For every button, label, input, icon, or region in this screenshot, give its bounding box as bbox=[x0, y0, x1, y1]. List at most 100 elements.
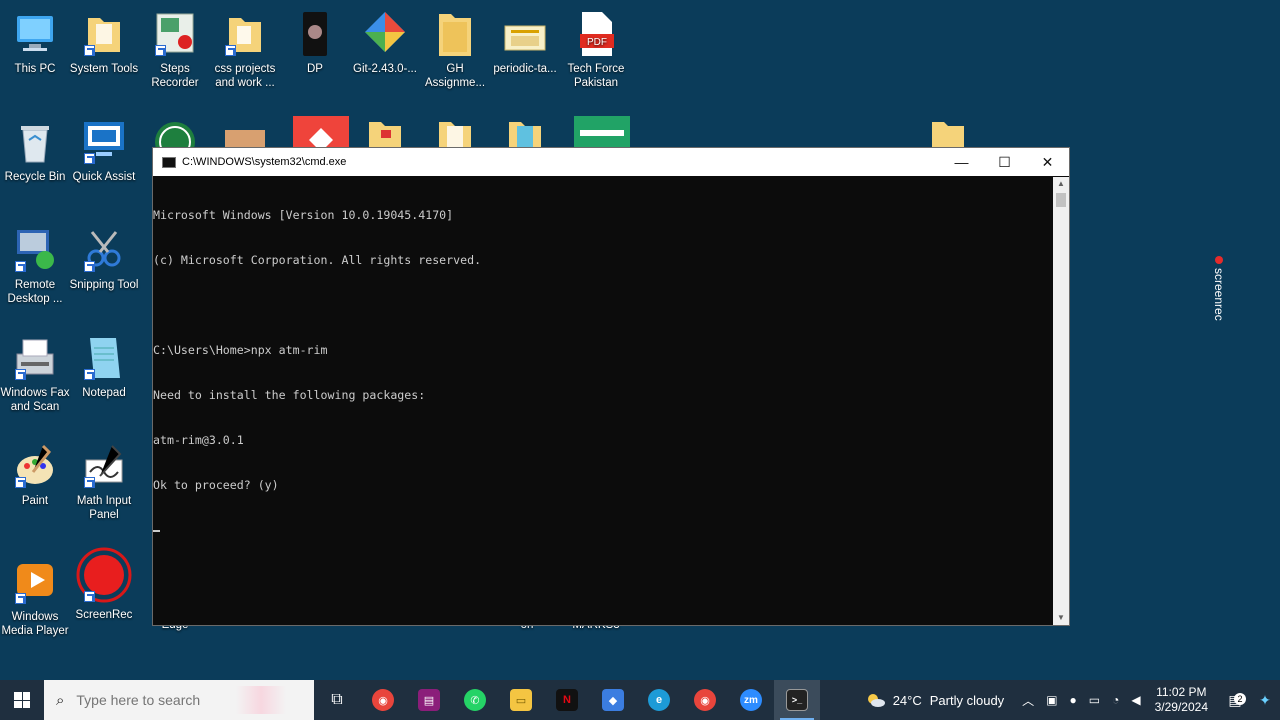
wifi-icon[interactable]: ◔ bbox=[1112, 693, 1119, 707]
netflix-icon: N bbox=[556, 689, 578, 711]
taskbar-app-edge[interactable]: e bbox=[636, 680, 682, 720]
task-view-button[interactable]: ⧉ bbox=[314, 680, 360, 720]
desktop-icon-periodic-table[interactable]: periodic-ta... bbox=[490, 10, 560, 76]
clock-date: 3/29/2024 bbox=[1154, 700, 1208, 714]
taskbar-search[interactable]: ⌕ bbox=[44, 680, 314, 720]
scroll-down-icon[interactable]: ▼ bbox=[1053, 611, 1069, 625]
desktop-icon-dp[interactable]: DP bbox=[280, 10, 350, 76]
desktop-icon-snipping-tool[interactable]: Snipping Tool bbox=[69, 226, 139, 292]
taskbar-app-whatsapp[interactable]: ✆ bbox=[452, 680, 498, 720]
math-input-icon bbox=[82, 442, 126, 490]
desktop-icon-steps-recorder[interactable]: Steps Recorder bbox=[140, 10, 210, 90]
scissors-icon bbox=[82, 226, 126, 274]
vertical-scrollbar[interactable]: ▲ ▼ bbox=[1053, 177, 1069, 625]
chrome-icon: ◉ bbox=[372, 689, 394, 711]
system-tray: ︿ ▣ ● ▭ ◔ ◀ bbox=[1016, 692, 1146, 709]
fax-icon bbox=[13, 334, 57, 382]
installer-icon bbox=[363, 10, 407, 58]
folder-icon bbox=[223, 10, 267, 58]
console-output[interactable]: Microsoft Windows [Version 10.0.19045.41… bbox=[153, 177, 1053, 625]
cmd-app-icon bbox=[162, 156, 176, 168]
console-cursor-line bbox=[153, 523, 1053, 538]
start-button[interactable] bbox=[0, 680, 44, 720]
desktop-icon-this-pc[interactable]: This PC bbox=[0, 10, 70, 76]
weather-widget[interactable]: 24°C Partly cloudy bbox=[865, 692, 1004, 708]
taskbar-app-photos[interactable]: ◆ bbox=[590, 680, 636, 720]
desktop-icon-math-input-panel[interactable]: Math Input Panel bbox=[69, 442, 139, 522]
quick-assist-icon bbox=[82, 118, 126, 166]
weather-description: Partly cloudy bbox=[929, 692, 1005, 708]
whatsapp-icon: ✆ bbox=[464, 689, 486, 711]
taskbar-app-zoom[interactable]: zm bbox=[728, 680, 774, 720]
cmd-window[interactable]: C:\WINDOWS\system32\cmd.exe — ☐ ✕ Micros… bbox=[152, 147, 1070, 626]
scroll-thumb[interactable] bbox=[1056, 193, 1066, 207]
taskbar-app-terminal[interactable]: >_ bbox=[774, 680, 820, 720]
desktop-icon-paint[interactable]: Paint bbox=[0, 442, 70, 508]
notification-count-badge: 2 bbox=[1234, 692, 1246, 705]
zoom-icon: zm bbox=[740, 689, 762, 711]
recording-dot-icon bbox=[1215, 256, 1223, 264]
desktop-icon-screenrec[interactable]: ScreenRec bbox=[69, 546, 139, 622]
folder-icon bbox=[433, 10, 477, 58]
meet-now-icon[interactable]: ▣ bbox=[1046, 693, 1057, 707]
chrome-icon: ◉ bbox=[694, 689, 716, 711]
edge-icon: e bbox=[648, 689, 670, 711]
chevron-up-icon[interactable]: ︿ bbox=[1022, 692, 1034, 709]
weather-temperature: 24°C bbox=[892, 692, 922, 708]
taskbar-app-winrar[interactable]: ▤ bbox=[406, 680, 452, 720]
folder-icon: ▭ bbox=[510, 689, 532, 711]
taskbar-app-netflix[interactable]: N bbox=[544, 680, 590, 720]
search-highlight-icon bbox=[236, 686, 287, 714]
desktop-icon-css-projects[interactable]: css projects and work ... bbox=[210, 10, 280, 90]
image-file-icon bbox=[293, 10, 337, 58]
photos-icon: ◆ bbox=[602, 689, 624, 711]
console-line: Ok to proceed? (y) bbox=[153, 478, 279, 492]
desktop-icon-quick-assist[interactable]: Quick Assist bbox=[69, 118, 139, 184]
search-icon: ⌕ bbox=[56, 691, 65, 709]
close-button[interactable]: ✕ bbox=[1026, 148, 1069, 176]
copilot-button[interactable]: ✦ bbox=[1250, 692, 1280, 709]
task-view-icon: ⧉ bbox=[331, 691, 343, 708]
scroll-up-icon[interactable]: ▲ bbox=[1053, 177, 1069, 191]
image-file-icon bbox=[503, 10, 547, 58]
taskbar-app-chrome-profile[interactable]: ◉ bbox=[682, 680, 728, 720]
notification-center-button[interactable]: ▤ 2 bbox=[1220, 692, 1250, 709]
winrar-icon: ▤ bbox=[418, 689, 440, 711]
steps-recorder-icon bbox=[153, 10, 197, 58]
volume-icon[interactable]: ◀ bbox=[1131, 693, 1140, 707]
battery-icon[interactable]: ▭ bbox=[1089, 693, 1100, 707]
taskbar-app-file-explorer[interactable]: ▭ bbox=[498, 680, 544, 720]
console-line: C:\Users\Home>npx atm-rim bbox=[153, 343, 328, 357]
desktop-icon-system-tools[interactable]: System Tools bbox=[69, 10, 139, 76]
desktop: This PC System Tools Steps Recorder css … bbox=[0, 0, 1280, 680]
console-line: (c) Microsoft Corporation. All rights re… bbox=[153, 253, 482, 267]
cmd-titlebar[interactable]: C:\WINDOWS\system32\cmd.exe — ☐ ✕ bbox=[153, 148, 1069, 176]
desktop-icon-recycle-bin[interactable]: Recycle Bin bbox=[0, 118, 70, 184]
search-input[interactable] bbox=[76, 692, 237, 708]
taskbar-clock[interactable]: 11:02 PM 3/29/2024 bbox=[1155, 685, 1208, 715]
screenrec-recording-badge[interactable]: screenrec bbox=[1210, 256, 1228, 336]
pdf-file-icon: PDF bbox=[574, 10, 618, 58]
desktop-icon-remote-desktop[interactable]: Remote Desktop ... bbox=[0, 226, 70, 306]
desktop-icon-windows-media-player[interactable]: Windows Media Player bbox=[0, 558, 70, 638]
console-line: Microsoft Windows [Version 10.0.19045.41… bbox=[153, 208, 454, 222]
minimize-button[interactable]: — bbox=[940, 148, 983, 176]
recycle-bin-icon bbox=[13, 118, 57, 166]
media-player-icon bbox=[13, 558, 57, 606]
desktop-icon-git-installer[interactable]: Git-2.43.0-... bbox=[350, 10, 420, 76]
microphone-icon[interactable]: ● bbox=[1070, 693, 1077, 707]
copilot-icon: ✦ bbox=[1259, 691, 1271, 708]
desktop-icon-tech-force-pakistan[interactable]: PDF Tech Force Pakistan bbox=[561, 10, 631, 90]
console-line: Need to install the following packages: bbox=[153, 388, 426, 402]
text-cursor bbox=[153, 529, 160, 532]
paint-palette-icon bbox=[13, 442, 57, 490]
desktop-icon-gh-assignment[interactable]: GH Assignme... bbox=[420, 10, 490, 90]
maximize-button[interactable]: ☐ bbox=[983, 148, 1026, 176]
notepad-icon bbox=[82, 334, 126, 382]
windows-logo-icon bbox=[14, 692, 30, 708]
desktop-icon-windows-fax-and-scan[interactable]: Windows Fax and Scan bbox=[0, 334, 70, 414]
console-line: atm-rim@3.0.1 bbox=[153, 433, 244, 447]
desktop-icon-notepad[interactable]: Notepad bbox=[69, 334, 139, 400]
taskbar-app-chrome[interactable]: ◉ bbox=[360, 680, 406, 720]
